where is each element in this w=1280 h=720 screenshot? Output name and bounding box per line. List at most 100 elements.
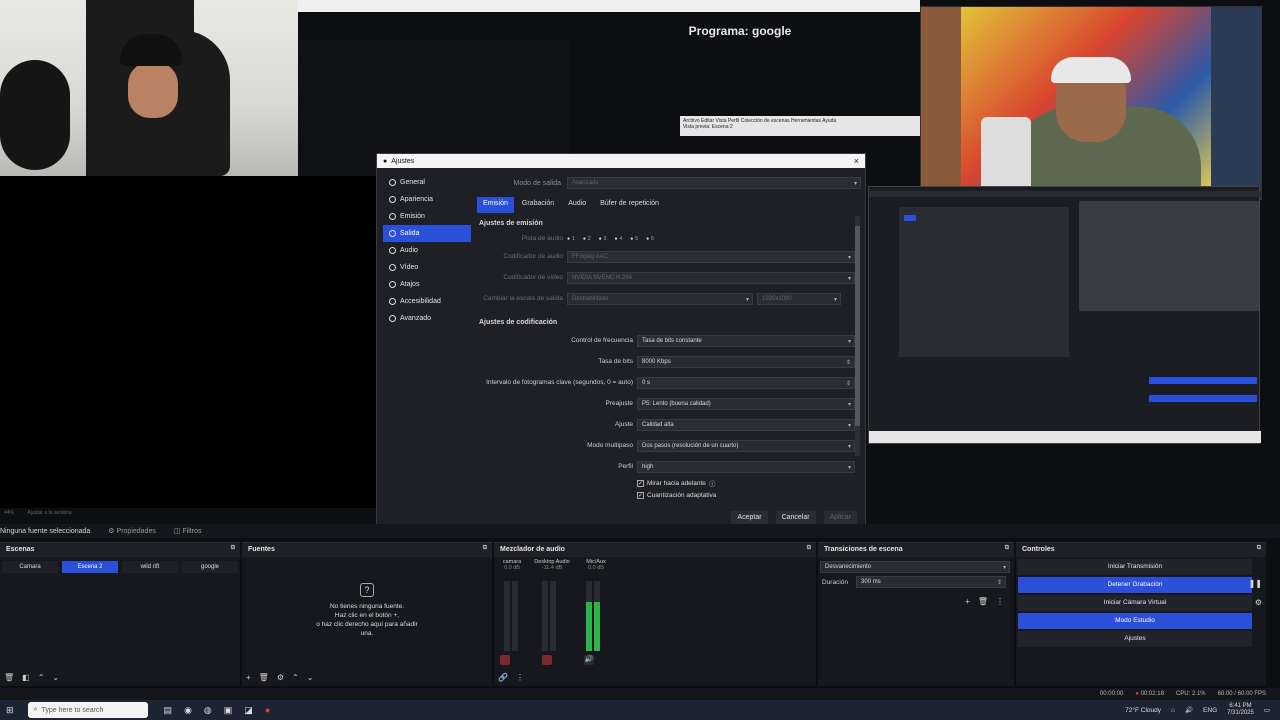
filter-icon[interactable]: ◧ xyxy=(22,673,30,682)
sources-footer: + 🗑 ⚙ ⌃ ⌄ xyxy=(246,673,313,682)
cancel-button[interactable]: Cancelar xyxy=(775,511,816,524)
tab-grabacion[interactable]: Grabación xyxy=(516,197,560,213)
pause-icon[interactable]: ❚❚ xyxy=(1249,579,1262,588)
sidebar-item-video[interactable]: Vídeo xyxy=(383,259,471,276)
sidebar-item-audio[interactable]: Audio xyxy=(383,242,471,259)
outlook-icon[interactable]: ◪ xyxy=(244,705,253,716)
start-stream-button[interactable]: Iniciar Transmisión xyxy=(1018,559,1252,575)
filters-button[interactable]: ◫ Filtros xyxy=(174,527,202,535)
profile-select[interactable]: high ▾ xyxy=(637,460,855,473)
menu-dots-icon[interactable]: ⋮ xyxy=(996,597,1004,606)
output-mode-select[interactable]: Avanzado ▾ xyxy=(567,177,861,189)
chrome-icon[interactable]: ◉ xyxy=(184,705,192,716)
taskbar-apps: ▤ ◉ ◍ ▣ ◪ ● xyxy=(164,705,271,716)
notification-icon[interactable]: ▭ xyxy=(1264,706,1270,714)
chevron-down-icon: ▾ xyxy=(847,338,851,345)
link-icon[interactable]: 🔗 xyxy=(498,673,508,682)
language-indicator[interactable]: ENG xyxy=(1203,707,1217,714)
adaptive-quant-checkbox[interactable]: ✓ Cuantización adaptativa xyxy=(477,489,855,501)
audio-track-radios[interactable]: 1 2 3 4 5 6 xyxy=(567,236,654,242)
sidebar-item-atajos[interactable]: Atajos xyxy=(383,276,471,293)
lookahead-checkbox[interactable]: ✓ Mirar hacia adelante ⓘ xyxy=(477,477,855,489)
sources-empty-message[interactable]: ? No tienes ninguna fuente. Haz clic en … xyxy=(312,583,422,638)
properties-button[interactable]: ⚙ Propiedades xyxy=(108,527,156,535)
preset-select[interactable]: P5: Lento (buena calidad) ▾ xyxy=(637,397,855,410)
virtual-camera-button[interactable]: Iniciar Cámara Virtual xyxy=(1018,595,1252,611)
undock-icon[interactable]: ⧉ xyxy=(807,545,811,552)
windows-start-icon[interactable]: ⊞ xyxy=(6,705,14,716)
tab-bufer[interactable]: Búfer de repetición xyxy=(594,197,665,213)
video-encoder-select[interactable]: NVIDIA NVENC H.264 ▾ xyxy=(567,271,855,284)
multipass-select[interactable]: Dos pasos (resolución de un cuarto) ▾ xyxy=(637,439,855,452)
tuning-select[interactable]: Calidad alta ▾ xyxy=(637,418,855,431)
add-icon[interactable]: + xyxy=(246,673,251,682)
gear-icon[interactable]: ⚙ xyxy=(277,673,284,682)
arrow-up-icon[interactable]: ⌃ xyxy=(292,673,299,682)
stepper-icon[interactable]: ⇕ xyxy=(997,579,1002,586)
scene-google[interactable]: google xyxy=(182,561,238,573)
volume-icon[interactable]: 🔊 xyxy=(1185,706,1193,714)
profile-row: Perfil high ▾ xyxy=(477,456,855,477)
sidebar-item-general[interactable]: General xyxy=(383,174,471,191)
add-icon[interactable]: + xyxy=(965,597,970,606)
undock-icon[interactable]: ⧉ xyxy=(231,545,235,552)
close-icon[interactable]: × xyxy=(854,156,859,166)
sidebar-item-avanzado[interactable]: Avanzado xyxy=(383,310,471,327)
arrow-down-icon[interactable]: ⌄ xyxy=(307,673,314,682)
tab-emision[interactable]: Emisión xyxy=(477,197,514,213)
sidebar-item-salida[interactable]: Salida xyxy=(383,225,471,242)
scene-wild-rift[interactable]: wild rift xyxy=(122,561,178,573)
duration-spinbox[interactable]: 300 ms ⇕ xyxy=(856,576,1006,588)
transition-select[interactable]: Desvanecimiento ▾ xyxy=(820,561,1010,573)
tab-audio[interactable]: Audio xyxy=(562,197,592,213)
network-icon[interactable]: ⌂ xyxy=(1171,707,1175,714)
rescale-resolution-select[interactable]: 1920x1080 ▾ xyxy=(757,292,841,305)
gear-icon xyxy=(389,179,396,186)
delete-icon[interactable]: 🗑 xyxy=(259,673,269,682)
speaker-icon[interactable]: 🔊 xyxy=(584,655,594,665)
mute-icon[interactable] xyxy=(542,655,552,665)
settings-content: Ajustes de emisión Pista de audio 1 2 3 … xyxy=(477,216,855,508)
stepper-icon[interactable]: ⇕ xyxy=(846,380,851,387)
fit-window-button[interactable]: Ajustar a la ventana xyxy=(27,510,71,516)
audio-encoder-select[interactable]: FFmpeg AAC ▾ xyxy=(567,250,855,263)
apply-button[interactable]: Aplicar xyxy=(823,511,857,524)
sidebar-item-apariencia[interactable]: Apariencia xyxy=(383,191,471,208)
clock[interactable]: 6:41 PM 7/31/2025 xyxy=(1227,703,1254,717)
sidebar-item-emision[interactable]: Emisión xyxy=(383,208,471,225)
arrow-down-icon[interactable]: ⌄ xyxy=(52,673,59,682)
taskbar-search[interactable]: ⌕ Type here to search xyxy=(27,702,148,718)
scene-camara[interactable]: Camara xyxy=(2,561,58,573)
delete-icon[interactable]: 🗑 xyxy=(978,597,988,606)
undock-icon[interactable]: ⧉ xyxy=(1257,545,1261,552)
nested-preview-label: Vista previa: Escena 2 xyxy=(683,124,733,130)
settings-scrollbar[interactable] xyxy=(855,216,860,456)
keyframe-row: Intervalo de fotogramas clave (segundos,… xyxy=(477,372,855,393)
store-icon[interactable]: ▣ xyxy=(224,705,233,716)
weather[interactable]: 72°F Cloudy xyxy=(1125,707,1161,714)
mute-icon[interactable] xyxy=(500,655,510,665)
stepper-icon[interactable]: ⇕ xyxy=(846,359,851,366)
zoom-level[interactable]: 44% xyxy=(4,510,14,516)
arrow-up-icon[interactable]: ⌃ xyxy=(38,673,45,682)
stop-recording-button[interactable]: Detener Grabación xyxy=(1018,577,1252,593)
edge-icon[interactable]: ◍ xyxy=(204,705,212,716)
delete-icon[interactable]: 🗑 xyxy=(4,673,14,682)
sidebar-item-accesibilidad[interactable]: Accesibilidad xyxy=(383,293,471,310)
studio-mode-button[interactable]: Modo Estudio xyxy=(1018,613,1252,629)
undock-icon[interactable]: ⧉ xyxy=(1005,545,1009,552)
menu-dots-icon[interactable]: ⋮ xyxy=(516,673,524,682)
rescale-select[interactable]: Deshabilitado ▾ xyxy=(567,292,753,305)
output-icon xyxy=(389,230,396,237)
undock-icon[interactable]: ⧉ xyxy=(483,545,487,552)
keyframe-spinbox[interactable]: 0 s ⇕ xyxy=(637,376,855,389)
task-view-icon[interactable]: ▤ xyxy=(164,705,173,716)
scene-escena-2[interactable]: Escena 2 xyxy=(62,561,118,573)
bitrate-spinbox[interactable]: 8000 Kbps ⇕ xyxy=(637,355,855,368)
duration-row: Duración 300 ms ⇕ xyxy=(818,573,1014,591)
settings-button[interactable]: Ajustes xyxy=(1018,631,1252,647)
obs-icon[interactable]: ● xyxy=(265,705,270,716)
rate-control-select[interactable]: Tasa de bits constante ▾ xyxy=(637,334,855,347)
accept-button[interactable]: Aceptar xyxy=(731,511,768,524)
gear-icon[interactable]: ⚙ xyxy=(1255,598,1262,607)
